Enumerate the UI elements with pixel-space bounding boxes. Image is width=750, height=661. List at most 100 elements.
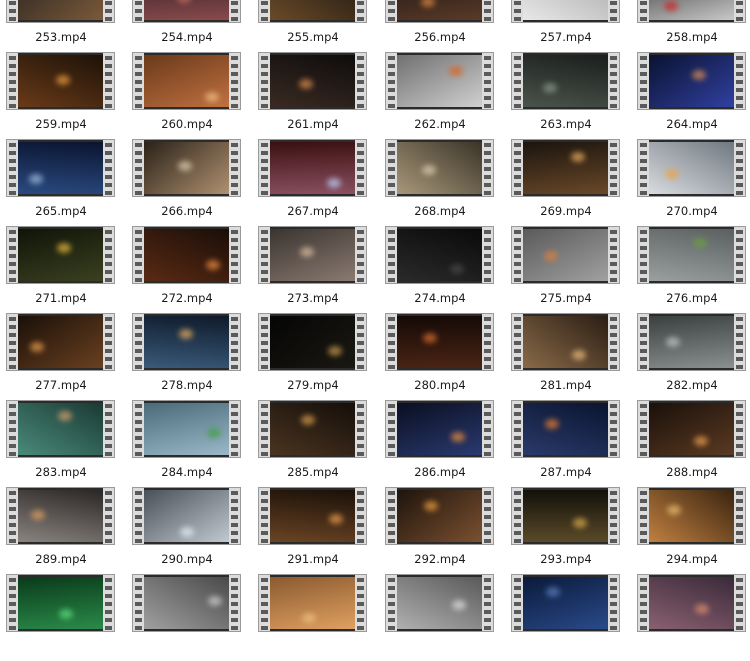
video-thumbnail — [385, 139, 494, 197]
thumbnail-image — [144, 490, 229, 542]
file-item[interactable]: 266.mp4 — [127, 139, 247, 226]
file-item[interactable]: 275.mp4 — [506, 226, 626, 313]
film-strip-icon — [734, 0, 745, 22]
file-item[interactable]: 264.mp4 — [632, 52, 750, 139]
file-item[interactable] — [253, 574, 373, 661]
video-thumbnail — [258, 0, 367, 23]
file-item[interactable]: 278.mp4 — [127, 313, 247, 400]
video-thumbnail — [511, 574, 620, 632]
file-name: 292.mp4 — [414, 552, 466, 566]
file-item[interactable]: 257.mp4 — [506, 0, 626, 52]
file-item[interactable]: 253.mp4 — [1, 0, 121, 52]
file-item[interactable]: 293.mp4 — [506, 487, 626, 574]
thumbnail-image — [270, 142, 355, 194]
file-item[interactable]: 268.mp4 — [380, 139, 500, 226]
file-item[interactable]: 263.mp4 — [506, 52, 626, 139]
thumbnail-image — [649, 577, 734, 629]
file-item[interactable]: 267.mp4 — [253, 139, 373, 226]
video-thumbnail — [132, 400, 241, 458]
file-item[interactable]: 289.mp4 — [1, 487, 121, 574]
file-item[interactable]: 270.mp4 — [632, 139, 750, 226]
file-item[interactable]: 271.mp4 — [1, 226, 121, 313]
video-thumbnail — [132, 313, 241, 371]
thumbnail-highlight — [56, 75, 70, 85]
thumbnail-highlight — [667, 505, 681, 515]
video-thumbnail — [258, 400, 367, 458]
file-item[interactable]: 274.mp4 — [380, 226, 500, 313]
film-strip-icon — [7, 575, 18, 631]
file-item[interactable]: 272.mp4 — [127, 226, 247, 313]
file-name: 269.mp4 — [540, 204, 592, 218]
thumbnail-highlight — [451, 432, 465, 442]
thumbnail-highlight — [571, 152, 585, 162]
file-name: 288.mp4 — [666, 465, 718, 479]
thumbnail-image — [397, 577, 482, 629]
video-thumbnail — [132, 574, 241, 632]
file-item[interactable]: 288.mp4 — [632, 400, 750, 487]
thumbnail-image — [18, 403, 103, 455]
file-item[interactable]: 292.mp4 — [380, 487, 500, 574]
film-strip-icon — [355, 575, 366, 631]
thumbnail-image — [523, 403, 608, 455]
file-item[interactable]: 282.mp4 — [632, 313, 750, 400]
file-item[interactable]: 254.mp4 — [127, 0, 247, 52]
thumbnail-image — [397, 142, 482, 194]
film-strip-icon — [638, 314, 649, 370]
film-strip-icon — [229, 401, 240, 457]
film-strip-icon — [133, 488, 144, 544]
file-item[interactable]: 256.mp4 — [380, 0, 500, 52]
film-strip-icon — [482, 488, 493, 544]
file-item[interactable]: 281.mp4 — [506, 313, 626, 400]
thumbnail-image — [270, 577, 355, 629]
file-item[interactable]: 286.mp4 — [380, 400, 500, 487]
file-item[interactable]: 261.mp4 — [253, 52, 373, 139]
file-item[interactable]: 255.mp4 — [253, 0, 373, 52]
video-thumbnail — [637, 226, 746, 284]
video-thumbnail — [385, 226, 494, 284]
film-strip-icon — [355, 227, 366, 283]
file-name: 280.mp4 — [414, 378, 466, 392]
file-item[interactable] — [1, 574, 121, 661]
file-item[interactable]: 269.mp4 — [506, 139, 626, 226]
film-strip-icon — [608, 227, 619, 283]
film-strip-icon — [7, 0, 18, 22]
file-item[interactable]: 283.mp4 — [1, 400, 121, 487]
film-strip-icon — [7, 314, 18, 370]
file-item[interactable] — [632, 574, 750, 661]
video-thumbnail — [511, 313, 620, 371]
video-thumbnail — [6, 0, 115, 23]
thumbnail-highlight — [30, 342, 44, 352]
film-strip-icon — [512, 227, 523, 283]
file-item[interactable]: 284.mp4 — [127, 400, 247, 487]
file-item[interactable]: 262.mp4 — [380, 52, 500, 139]
file-item[interactable] — [127, 574, 247, 661]
file-item[interactable]: 280.mp4 — [380, 313, 500, 400]
file-name: 275.mp4 — [540, 291, 592, 305]
file-item[interactable]: 259.mp4 — [1, 52, 121, 139]
file-item[interactable] — [380, 574, 500, 661]
file-name: 261.mp4 — [287, 117, 339, 131]
file-item[interactable] — [506, 574, 626, 661]
thumbnail-image — [270, 55, 355, 107]
file-item[interactable]: 287.mp4 — [506, 400, 626, 487]
file-item[interactable]: 260.mp4 — [127, 52, 247, 139]
thumbnail-highlight — [178, 161, 192, 171]
film-strip-icon — [734, 53, 745, 109]
file-name: 262.mp4 — [414, 117, 466, 131]
film-strip-icon — [638, 227, 649, 283]
film-strip-icon — [638, 140, 649, 196]
thumbnail-highlight — [424, 501, 438, 511]
file-item[interactable]: 294.mp4 — [632, 487, 750, 574]
film-strip-icon — [7, 401, 18, 457]
file-item[interactable]: 285.mp4 — [253, 400, 373, 487]
film-strip-icon — [608, 53, 619, 109]
file-item[interactable]: 273.mp4 — [253, 226, 373, 313]
file-item[interactable]: 258.mp4 — [632, 0, 750, 52]
file-item[interactable]: 279.mp4 — [253, 313, 373, 400]
file-item[interactable]: 277.mp4 — [1, 313, 121, 400]
film-strip-icon — [386, 140, 397, 196]
file-item[interactable]: 290.mp4 — [127, 487, 247, 574]
file-item[interactable]: 291.mp4 — [253, 487, 373, 574]
file-item[interactable]: 276.mp4 — [632, 226, 750, 313]
file-item[interactable]: 265.mp4 — [1, 139, 121, 226]
